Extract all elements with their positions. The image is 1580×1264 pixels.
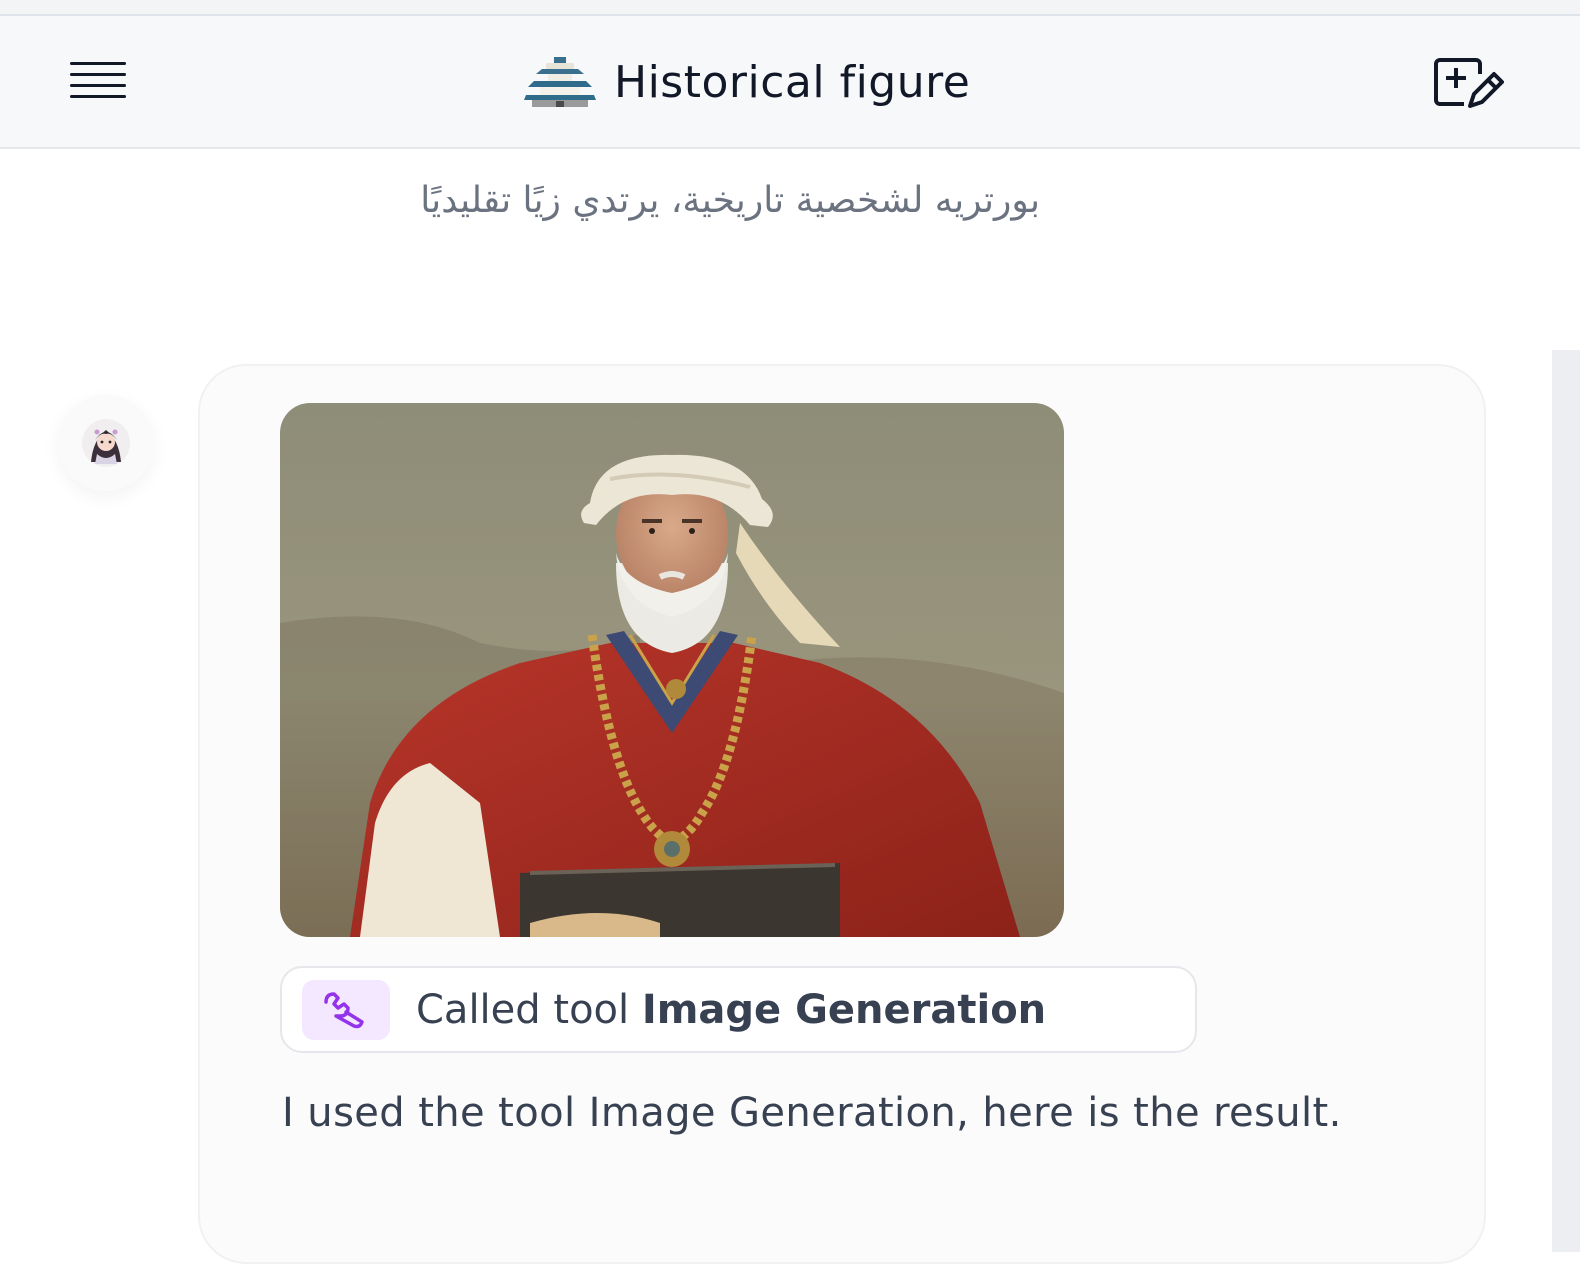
- tool-name: Image Generation: [641, 986, 1047, 1033]
- menu-button[interactable]: [66, 56, 130, 104]
- tool-call-prefix: Called tool: [416, 986, 630, 1033]
- tool-icon-badge: [302, 979, 390, 1040]
- tool-call-text: Called tool Image Generation: [416, 987, 1046, 1033]
- page-title: Historical figure: [614, 56, 971, 108]
- portrait-illustration: [280, 403, 1064, 937]
- app-header: Historical figure: [0, 16, 1580, 149]
- top-status-strip: [0, 0, 1580, 16]
- assistant-response-text: I used the tool Image Generation, here i…: [282, 1090, 1342, 1136]
- menu-line: [70, 84, 126, 87]
- new-chat-edit-icon: [1434, 58, 1504, 108]
- new-chat-button[interactable]: [1430, 54, 1510, 114]
- generated-image[interactable]: [280, 403, 1064, 937]
- wrench-icon: [324, 991, 364, 1028]
- header-title-group: Historical figure: [524, 52, 970, 112]
- character-avatar: [82, 419, 130, 467]
- tool-call-chip[interactable]: Called tool Image Generation: [280, 966, 1197, 1053]
- menu-line: [70, 95, 126, 98]
- menu-line: [70, 73, 126, 76]
- assistant-avatar[interactable]: [58, 395, 154, 491]
- user-message: بورتريه لشخصية تاريخية، يرتدي زيًا تقليد…: [420, 180, 1040, 221]
- pagoda-icon: [524, 57, 596, 107]
- menu-line: [70, 62, 126, 65]
- scrollbar-track[interactable]: [1552, 350, 1580, 1252]
